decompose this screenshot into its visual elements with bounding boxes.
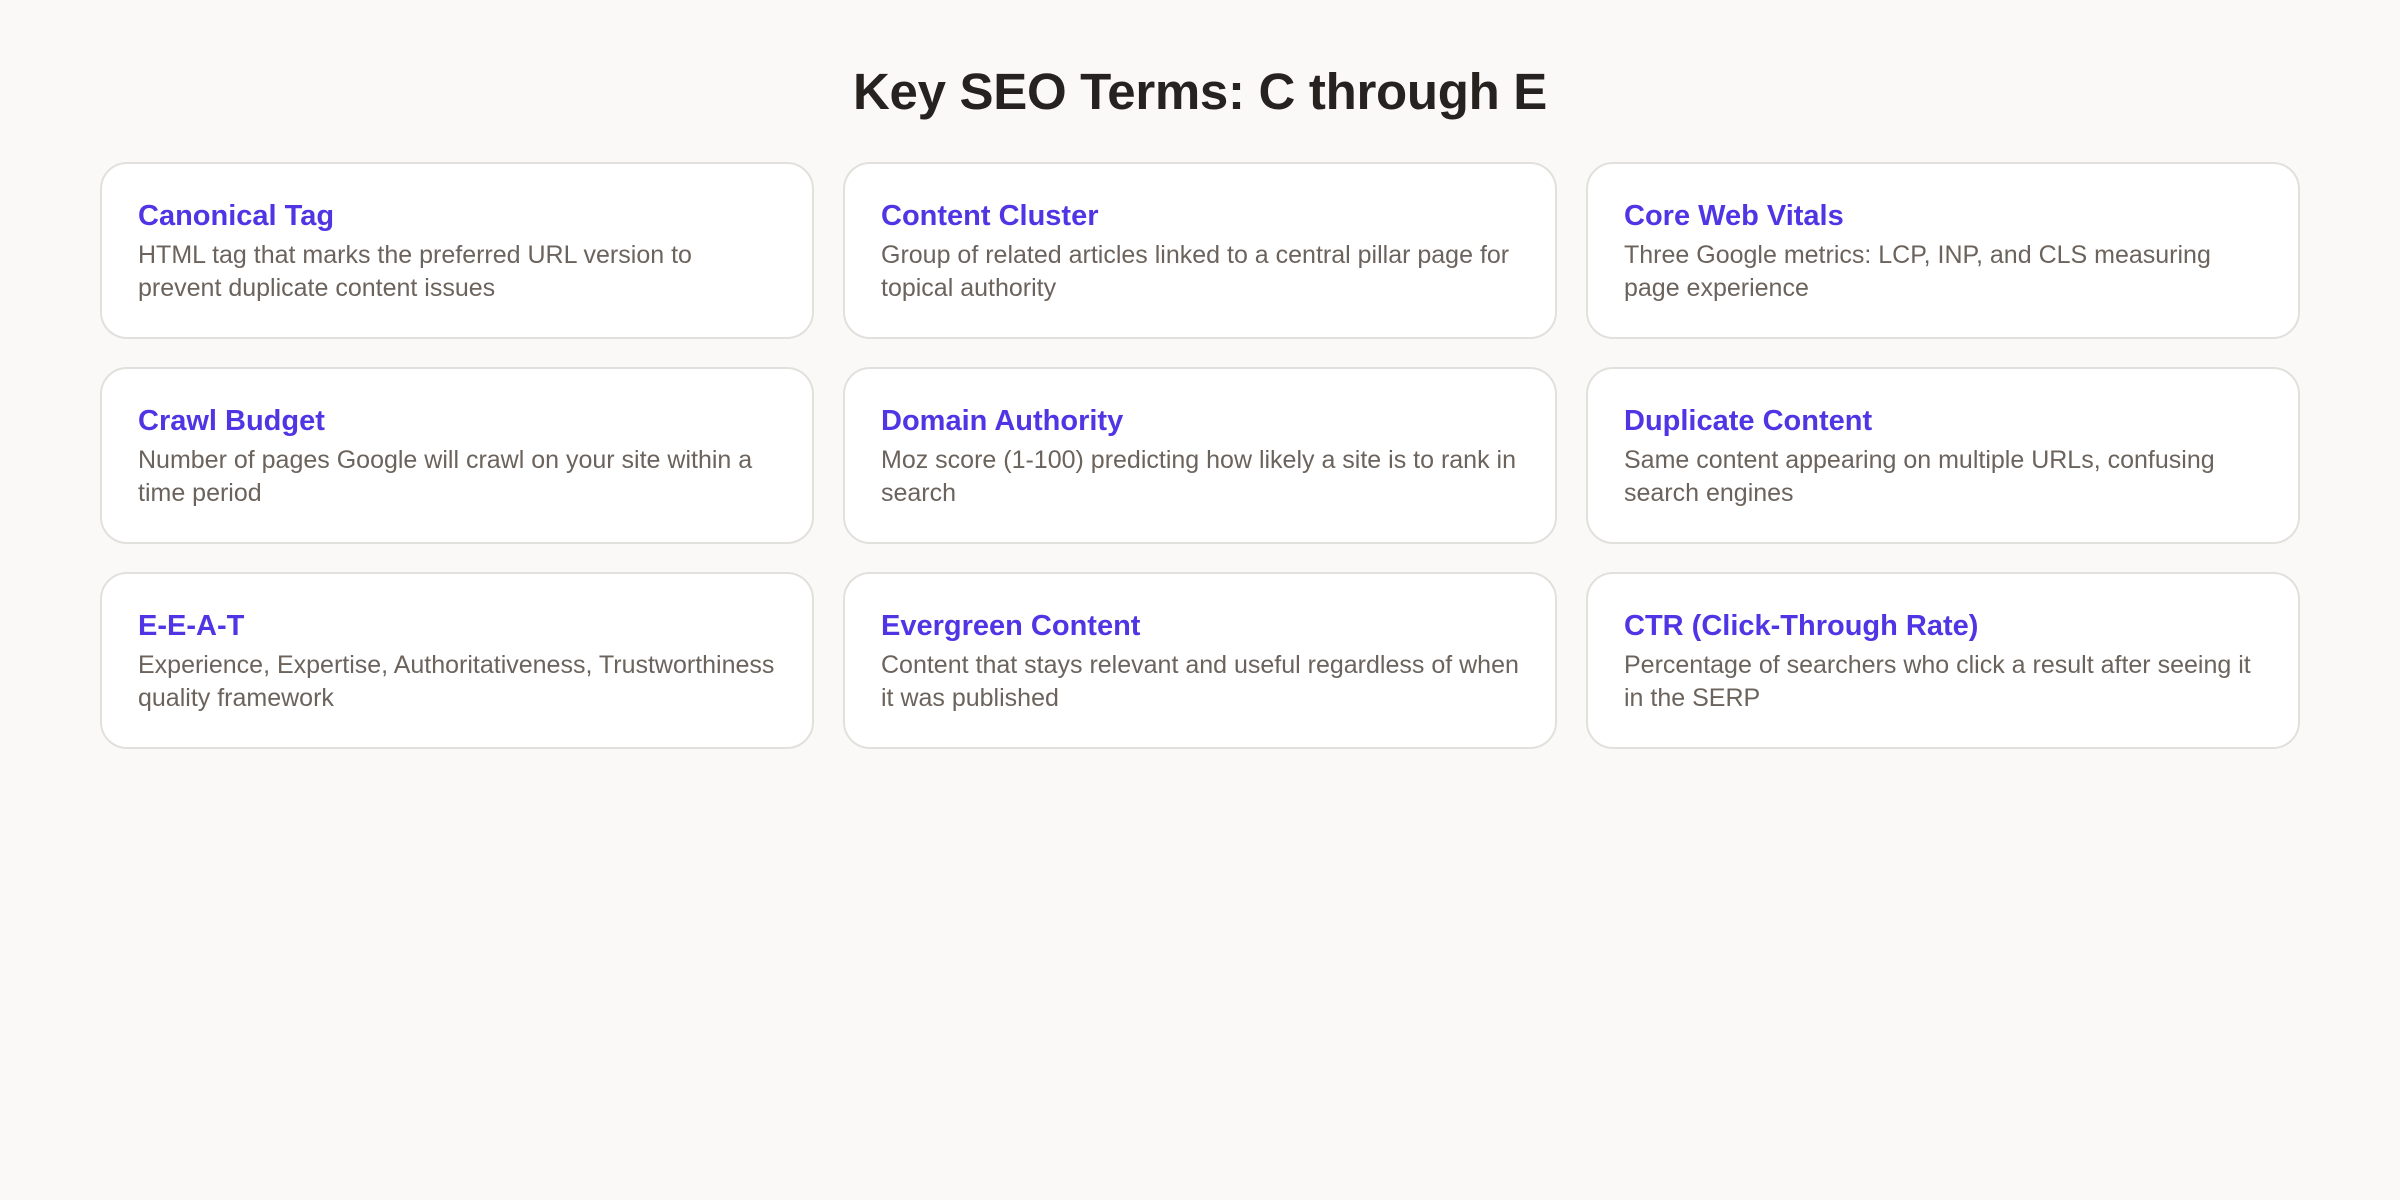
term-card-content-cluster: Content Cluster Group of related article… [843, 162, 1557, 339]
term-card-ctr: CTR (Click-Through Rate) Percentage of s… [1586, 572, 2300, 749]
term-card-core-web-vitals: Core Web Vitals Three Google metrics: LC… [1586, 162, 2300, 339]
term-title: Duplicate Content [1624, 405, 1873, 437]
term-definition: Experience, Expertise, Authoritativeness… [138, 651, 775, 712]
term-definition: Moz score (1-100) predicting how likely … [881, 446, 1516, 507]
term-card-grid: Canonical Tag HTML tag that marks the pr… [100, 162, 2300, 749]
term-definition: Content that stays relevant and useful r… [881, 651, 1519, 712]
term-title: CTR (Click-Through Rate) [1624, 610, 1979, 642]
term-card-canonical-tag: Canonical Tag HTML tag that marks the pr… [100, 162, 814, 339]
term-title: Content Cluster [881, 200, 1099, 232]
term-title: E-E-A-T [138, 610, 245, 642]
page: Key SEO Terms: C through E Canonical Tag… [0, 0, 2400, 1200]
term-card-evergreen-content: Evergreen Content Content that stays rel… [843, 572, 1557, 749]
page-title: Key SEO Terms: C through E [852, 63, 1548, 120]
term-definition: HTML tag that marks the preferred URL ve… [138, 241, 692, 302]
term-card-crawl-budget: Crawl Budget Number of pages Google will… [100, 367, 814, 544]
term-definition: Percentage of searchers who click a resu… [1624, 651, 2251, 712]
term-title: Canonical Tag [138, 200, 335, 232]
term-title: Domain Authority [881, 405, 1124, 437]
term-title: Evergreen Content [881, 610, 1141, 642]
term-title: Core Web Vitals [1624, 200, 1844, 232]
term-card-domain-authority: Domain Authority Moz score (1-100) predi… [843, 367, 1557, 544]
term-definition: Three Google metrics: LCP, INP, and CLS … [1624, 241, 2211, 302]
term-card-duplicate-content: Duplicate Content Same content appearing… [1586, 367, 2300, 544]
term-card-e-e-a-t: E-E-A-T Experience, Expertise, Authorita… [100, 572, 814, 749]
term-definition: Group of related articles linked to a ce… [881, 241, 1510, 302]
term-definition: Number of pages Google will crawl on you… [138, 446, 753, 507]
term-definition: Same content appearing on multiple URLs,… [1624, 446, 2215, 507]
term-title: Crawl Budget [138, 405, 325, 437]
